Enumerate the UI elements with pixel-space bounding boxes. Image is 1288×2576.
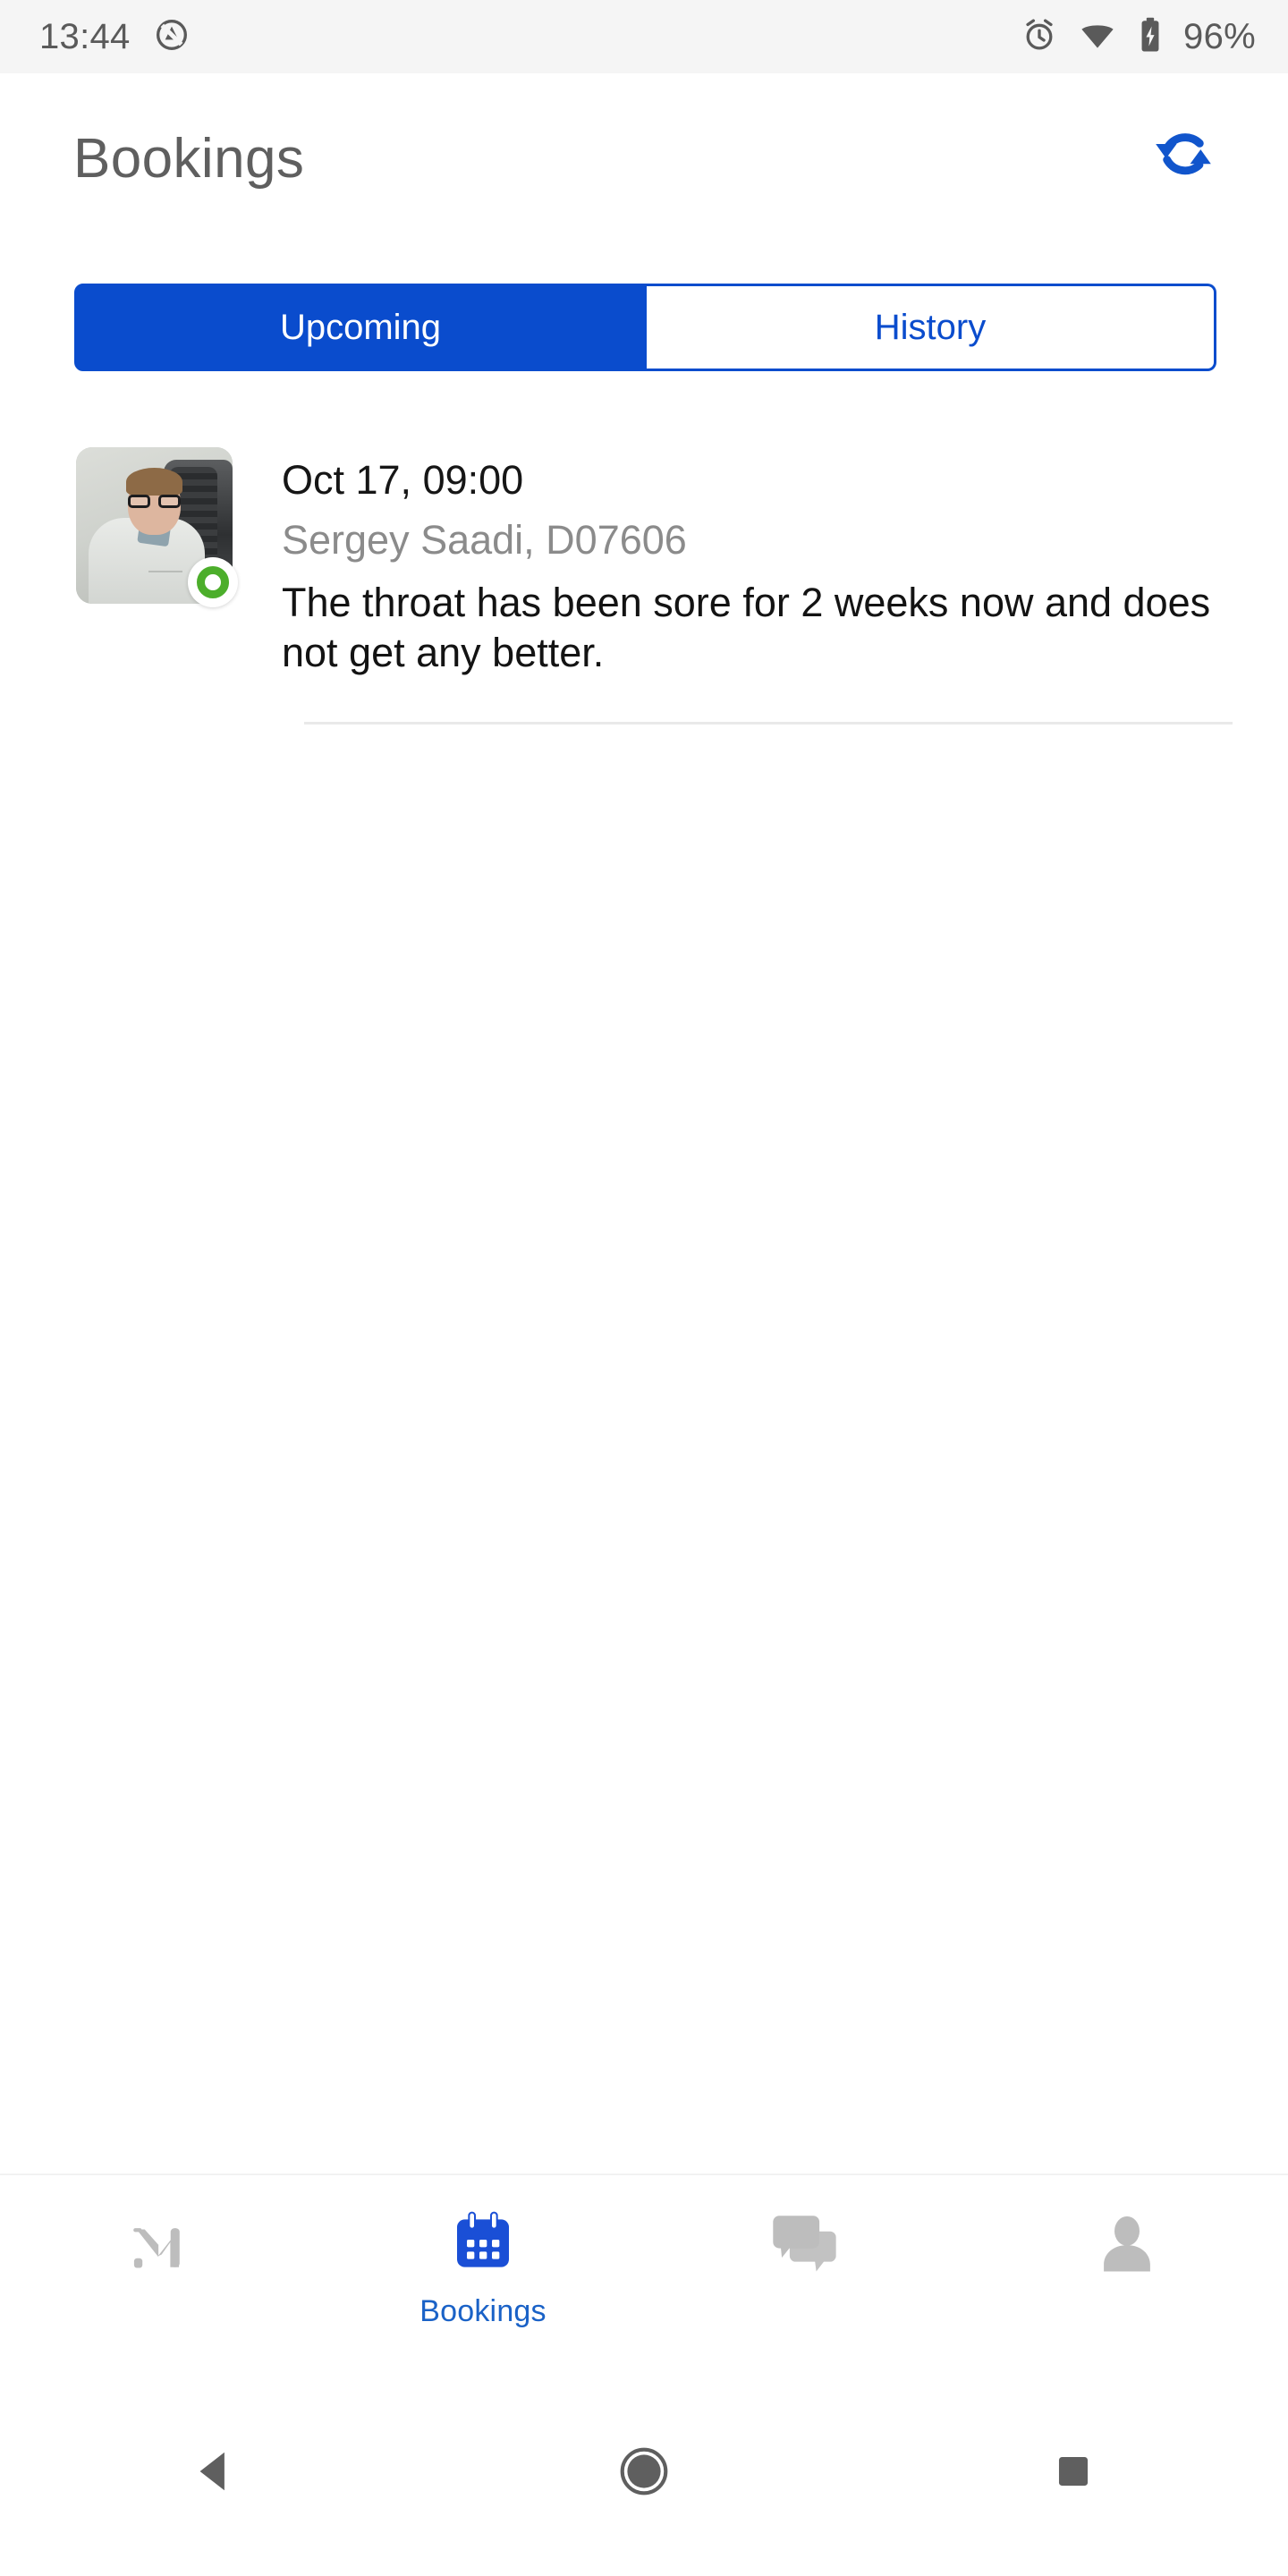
battery-percentage: 96% [1183,16,1256,56]
calendar-icon [447,2206,519,2282]
nav-item-profile[interactable] [966,2206,1288,2285]
online-status-badge [188,557,238,607]
app-bar: Bookings [0,73,1288,243]
recents-square-icon [1050,2448,1097,2499]
booking-list-item[interactable]: Oct 17, 09:00 Sergey Saadi, D07606 The t… [0,447,1288,679]
status-bar-right: 96% [1021,15,1256,59]
booking-filter-tabs: Upcoming History [74,284,1216,371]
do-not-disturb-icon [154,17,190,57]
app-screen: 13:44 96% Bookings Upcoming History Oct … [0,0,1288,2576]
booking-datetime: Oct 17, 09:00 [282,457,524,503]
booking-doctor-name: Sergey Saadi, D07606 [282,517,687,564]
status-bar: 13:44 96% [0,0,1288,73]
back-button[interactable] [152,2411,277,2536]
booking-details: Oct 17, 09:00 Sergey Saadi, D07606 The t… [233,447,1233,679]
nav-item-bookings-label: Bookings [419,2294,547,2328]
alarm-clock-icon [1021,16,1058,58]
system-navigation-bar [0,2370,1288,2576]
tab-upcoming-label: Upcoming [279,307,442,347]
chat-bubbles-icon [767,2206,843,2285]
nav-item-messages[interactable] [644,2206,966,2285]
avatar [76,447,238,607]
medicloud-m-logo-icon [123,2206,199,2287]
nav-item-home[interactable] [0,2206,322,2287]
list-divider [304,721,1233,724]
bottom-navigation-bar: Bookings [0,2174,1288,2370]
status-bar-clock: 13:44 [39,16,131,56]
nav-item-bookings[interactable]: Bookings [322,2206,644,2329]
refresh-button[interactable] [1134,109,1233,208]
back-triangle-icon [189,2445,241,2502]
tab-upcoming[interactable]: Upcoming [74,284,647,371]
recents-button[interactable] [1011,2411,1136,2536]
tab-history[interactable]: History [647,284,1216,371]
sync-refresh-icon [1145,118,1222,199]
bookings-list: Oct 17, 09:00 Sergey Saadi, D07606 The t… [0,447,1288,724]
battery-charging-icon [1137,16,1164,58]
home-button[interactable] [581,2411,707,2536]
home-circle-icon [616,2444,672,2504]
booking-note: The throat has been sore for 2 weeks now… [282,580,1211,676]
wifi-icon [1078,15,1117,59]
status-bar-left: 13:44 [39,17,190,57]
tab-history-label: History [874,307,987,347]
person-icon [1089,2206,1165,2285]
page-title: Bookings [73,127,305,190]
